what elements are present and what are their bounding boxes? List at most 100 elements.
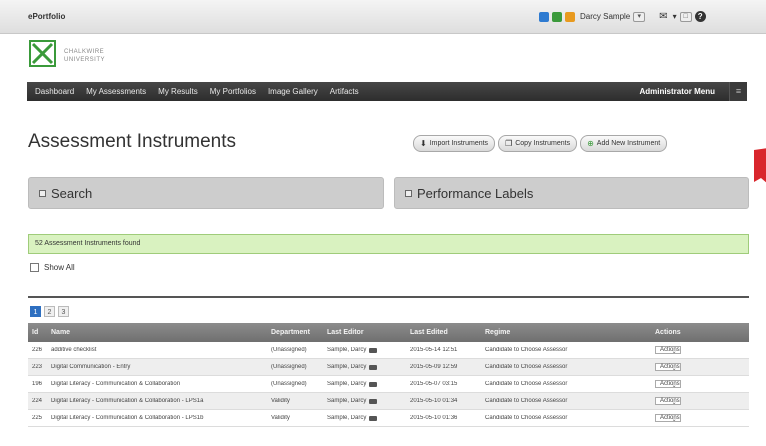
user-avatar-icon[interactable] bbox=[565, 11, 575, 22]
search-panel-toggle[interactable]: Search bbox=[28, 177, 384, 209]
user-area: Darcy Sample ▾ ✉ ▾ □ ? bbox=[539, 11, 706, 22]
actions-select-value: Actions bbox=[660, 414, 680, 421]
editor-name: Sample, Darcy bbox=[327, 347, 367, 353]
table-row: 225 Digital Literacy - Communication & C… bbox=[28, 410, 749, 427]
column-header-department[interactable]: Department bbox=[271, 329, 327, 336]
main-navigation: Dashboard My Assessments My Results My P… bbox=[27, 82, 747, 101]
nav-image-gallery[interactable]: Image Gallery bbox=[262, 87, 324, 96]
user-name[interactable]: Darcy Sample bbox=[580, 12, 630, 21]
nav-artifacts[interactable]: Artifacts bbox=[324, 87, 365, 96]
message-icon[interactable] bbox=[369, 347, 378, 353]
notification-blue-icon[interactable] bbox=[539, 11, 549, 22]
performance-labels-panel-toggle[interactable]: Performance Labels bbox=[394, 177, 749, 209]
cell-regime: Candidate to Choose Assessor bbox=[485, 381, 568, 387]
page-button-3[interactable]: 3 bbox=[58, 306, 69, 317]
pagination: 1 2 3 bbox=[30, 306, 69, 317]
cell-department: Validity bbox=[271, 415, 290, 421]
column-header-last-editor[interactable]: Last Editor bbox=[327, 329, 410, 336]
performance-labels-panel-label: Performance Labels bbox=[417, 185, 534, 201]
actions-select-value: Actions bbox=[660, 346, 680, 353]
actions-select[interactable]: Actions ⌄ bbox=[655, 413, 681, 423]
inbox-caret[interactable]: ▾ bbox=[673, 12, 677, 21]
chevron-down-icon: ⌄ bbox=[671, 399, 677, 406]
table-header: Id Name Department Last Editor Last Edit… bbox=[28, 323, 749, 342]
show-all-toggle[interactable]: Show All bbox=[30, 263, 75, 272]
user-menu-button[interactable]: ▾ bbox=[633, 11, 646, 22]
cell-actions: Actions ⌄ bbox=[655, 362, 749, 373]
message-icon[interactable] bbox=[369, 398, 378, 404]
show-all-label: Show All bbox=[44, 263, 75, 272]
menu-icon[interactable]: ≡ bbox=[729, 82, 747, 101]
cell-id: 224 bbox=[32, 398, 43, 404]
cell-last-editor: Sample, Darcy bbox=[327, 398, 410, 404]
copy-instruments-label: Copy Instruments bbox=[515, 140, 571, 147]
cell-actions: Actions ⌄ bbox=[655, 396, 749, 407]
window-icon[interactable]: □ bbox=[679, 11, 692, 22]
cell-name[interactable]: additive checklist bbox=[46, 347, 271, 353]
actions-select[interactable]: Actions ⌄ bbox=[655, 345, 681, 355]
cell-id: 225 bbox=[32, 415, 43, 421]
notification-green-icon[interactable] bbox=[552, 11, 562, 22]
column-header-last-edited[interactable]: Last Edited bbox=[410, 329, 485, 336]
add-icon: ⊕ bbox=[587, 139, 594, 148]
cell-regime: Candidate to Choose Assessor bbox=[485, 347, 568, 353]
show-all-checkbox[interactable] bbox=[30, 263, 39, 272]
actions-select-value: Actions bbox=[660, 363, 680, 370]
cell-department: (Unassigned) bbox=[271, 347, 307, 353]
column-header-name[interactable]: Name bbox=[46, 329, 271, 336]
message-icon[interactable] bbox=[369, 364, 378, 370]
cell-department: (Unassigned) bbox=[271, 381, 307, 387]
message-icon[interactable] bbox=[369, 381, 378, 387]
nav-my-portfolios[interactable]: My Portfolios bbox=[204, 87, 262, 96]
page-button-1[interactable]: 1 bbox=[30, 306, 41, 317]
cell-id: 223 bbox=[32, 364, 43, 370]
actions-select-value: Actions bbox=[660, 380, 680, 387]
nav-dashboard[interactable]: Dashboard bbox=[27, 87, 80, 96]
cell-department: Validity bbox=[271, 398, 290, 404]
inbox-icon[interactable]: ✉ bbox=[659, 11, 667, 22]
cell-regime: Candidate to Choose Assessor bbox=[485, 415, 568, 421]
import-instruments-label: Import Instruments bbox=[429, 140, 489, 147]
cell-actions: Actions ⌄ bbox=[655, 379, 749, 390]
cell-regime: Candidate to Choose Assessor bbox=[485, 364, 568, 370]
cell-last-editor: Sample, Darcy bbox=[327, 381, 410, 387]
column-header-regime[interactable]: Regime bbox=[485, 329, 655, 336]
actions-select[interactable]: Actions ⌄ bbox=[655, 379, 681, 389]
nav-administrator-menu[interactable]: Administrator Menu bbox=[639, 87, 729, 96]
chevron-down-icon: ⌄ bbox=[671, 365, 677, 372]
editor-name: Sample, Darcy bbox=[327, 415, 367, 421]
editor-name: Sample, Darcy bbox=[327, 381, 367, 387]
import-instruments-button[interactable]: ⬇ Import Instruments bbox=[413, 135, 496, 152]
page-title: Assessment Instruments bbox=[28, 131, 237, 152]
cell-regime: Candidate to Choose Assessor bbox=[485, 398, 568, 404]
cell-actions: Actions ⌄ bbox=[655, 345, 749, 356]
column-header-actions: Actions bbox=[655, 329, 681, 336]
add-new-instrument-label: Add New Instrument bbox=[596, 140, 661, 147]
copy-instruments-button[interactable]: ❐ Copy Instruments bbox=[498, 135, 578, 152]
cell-name[interactable]: Digital Literacy - Communication & Colla… bbox=[46, 381, 271, 387]
cell-last-edited: 2015-05-10 01:36 bbox=[410, 415, 458, 421]
message-icon[interactable] bbox=[369, 415, 378, 421]
cell-name[interactable]: Digital Literacy - Communication & Colla… bbox=[46, 415, 271, 421]
university-logo-icon[interactable] bbox=[29, 40, 56, 67]
help-icon[interactable]: ? bbox=[694, 11, 706, 22]
expand-icon bbox=[39, 189, 46, 197]
column-header-id[interactable]: Id bbox=[28, 329, 46, 336]
add-new-instrument-button[interactable]: ⊕ Add New Instrument bbox=[580, 135, 668, 152]
cell-name[interactable]: Digital Literacy - Communication & Colla… bbox=[46, 398, 271, 404]
nav-my-assessments[interactable]: My Assessments bbox=[80, 87, 152, 96]
table-row: 196 Digital Literacy - Communication & C… bbox=[28, 376, 749, 393]
logo-line-2: UNIVERSITY bbox=[64, 57, 106, 63]
actions-select[interactable]: Actions ⌄ bbox=[655, 396, 681, 406]
feedback-flag-icon[interactable] bbox=[754, 148, 766, 184]
cell-last-edited: 2015-05-09 12:59 bbox=[410, 364, 458, 370]
instruments-table: Id Name Department Last Editor Last Edit… bbox=[28, 323, 749, 427]
divider bbox=[28, 296, 749, 298]
results-count-banner: 52 Assessment Instruments found bbox=[28, 234, 749, 254]
actions-select[interactable]: Actions ⌄ bbox=[655, 362, 681, 372]
page-button-2[interactable]: 2 bbox=[44, 306, 55, 317]
cell-department: (Unassigned) bbox=[271, 364, 307, 370]
cell-id: 226 bbox=[32, 347, 43, 353]
cell-name[interactable]: Digital Communication - Entry bbox=[46, 364, 271, 370]
nav-my-results[interactable]: My Results bbox=[152, 87, 204, 96]
